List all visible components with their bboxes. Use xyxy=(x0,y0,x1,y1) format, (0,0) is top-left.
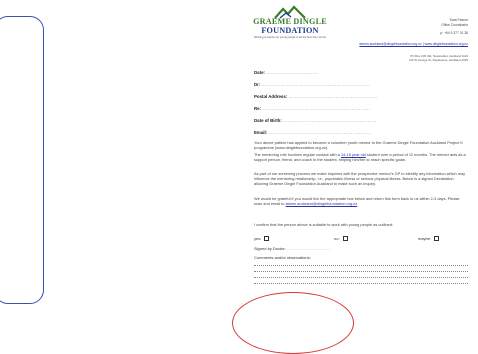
comments-line-2 xyxy=(254,271,468,272)
doctor-label: Dr: xyxy=(254,82,261,87)
foundation-logo: GRAEME DINGLE FOUNDATION Working to insp… xyxy=(248,4,332,50)
link-separator: | xyxy=(422,42,424,46)
contact-phone: p: +64 9 377 01 38 xyxy=(440,31,468,36)
option-no-label: no: xyxy=(334,236,340,241)
logo-line-1: GRAEME DINGLE xyxy=(253,17,327,26)
re-label: Re: xyxy=(254,106,262,111)
paragraph-screening: As part of our screening process we make… xyxy=(254,171,466,186)
postal-address-block: PO Box 108 194, Newmarket, Auckland 1149… xyxy=(409,54,468,62)
contact-block: Sara Fearon Office Coordinator p: +64 9 … xyxy=(440,18,468,36)
paragraph-confirm: I confirm that the person above is suita… xyxy=(254,222,394,227)
comments-label: Comments and/or observations: xyxy=(254,255,311,260)
date-label: Date: xyxy=(254,70,265,75)
postal-address-field: Postal Address: ………………………………………………… xyxy=(254,94,378,99)
contact-role: Office Coordinator xyxy=(441,22,468,27)
signed-by-doctor-label: Signed by Doctor: xyxy=(254,246,286,251)
maybe-checkbox[interactable] xyxy=(434,236,440,242)
option-maybe-label: maybe: xyxy=(418,236,432,241)
no-checkbox[interactable] xyxy=(342,236,348,242)
logo-tagline: Working to inspire our young people to b… xyxy=(253,36,327,39)
date-of-birth-label: Date of Birth: xyxy=(254,118,282,123)
option-yes: yes: xyxy=(254,236,270,242)
comments-line-4 xyxy=(254,283,468,284)
date-field: Date: …………………………… xyxy=(254,70,318,75)
comments-line-3 xyxy=(254,277,468,278)
website-link[interactable]: www.dinglefoundation.org.nz xyxy=(425,42,468,46)
yes-checkbox[interactable] xyxy=(264,236,270,242)
address-line-2: 140 St George St, Papatoetoe, Auckland 2… xyxy=(408,58,468,62)
option-yes-label: yes: xyxy=(254,236,262,241)
red-annotation-circle xyxy=(232,292,354,354)
postal-address-label: Postal Address: xyxy=(254,94,288,99)
contact-links: admin.auckland@dinglefoundation.org.nz |… xyxy=(359,42,468,46)
paragraph-intro: Your above patient has applied to become… xyxy=(254,140,464,150)
signed-by-doctor: Signed by Doctor: …………………………… xyxy=(254,246,331,251)
document-page: GRAEME DINGLE FOUNDATION Working to insp… xyxy=(248,0,478,307)
email-field: Email: ………………………………………………………… xyxy=(254,130,372,135)
admin-email-link[interactable]: admin.auckland@dinglefoundation.org.nz xyxy=(286,201,358,206)
re-field: Re: …………………………………………………………… xyxy=(254,106,371,111)
logo-line-2: FOUNDATION xyxy=(261,26,319,35)
paragraph-return-form: We would be grateful if you would tick t… xyxy=(254,196,468,206)
option-no: no: xyxy=(334,236,348,242)
doctor-field: Dr: …………………………………………………………… xyxy=(254,82,370,87)
highlight-frame xyxy=(0,16,44,304)
date-of-birth-field: Date of Birth: …………………………………………………… xyxy=(254,118,377,123)
option-maybe: maybe: xyxy=(418,236,440,242)
contact-email-link[interactable]: admin.auckland@dinglefoundation.org.nz xyxy=(359,42,421,46)
email-label: Email: xyxy=(254,130,268,135)
paragraph-mentoring-role: The mentoring role involves regular cont… xyxy=(254,152,468,162)
comments-line-1 xyxy=(254,265,468,266)
